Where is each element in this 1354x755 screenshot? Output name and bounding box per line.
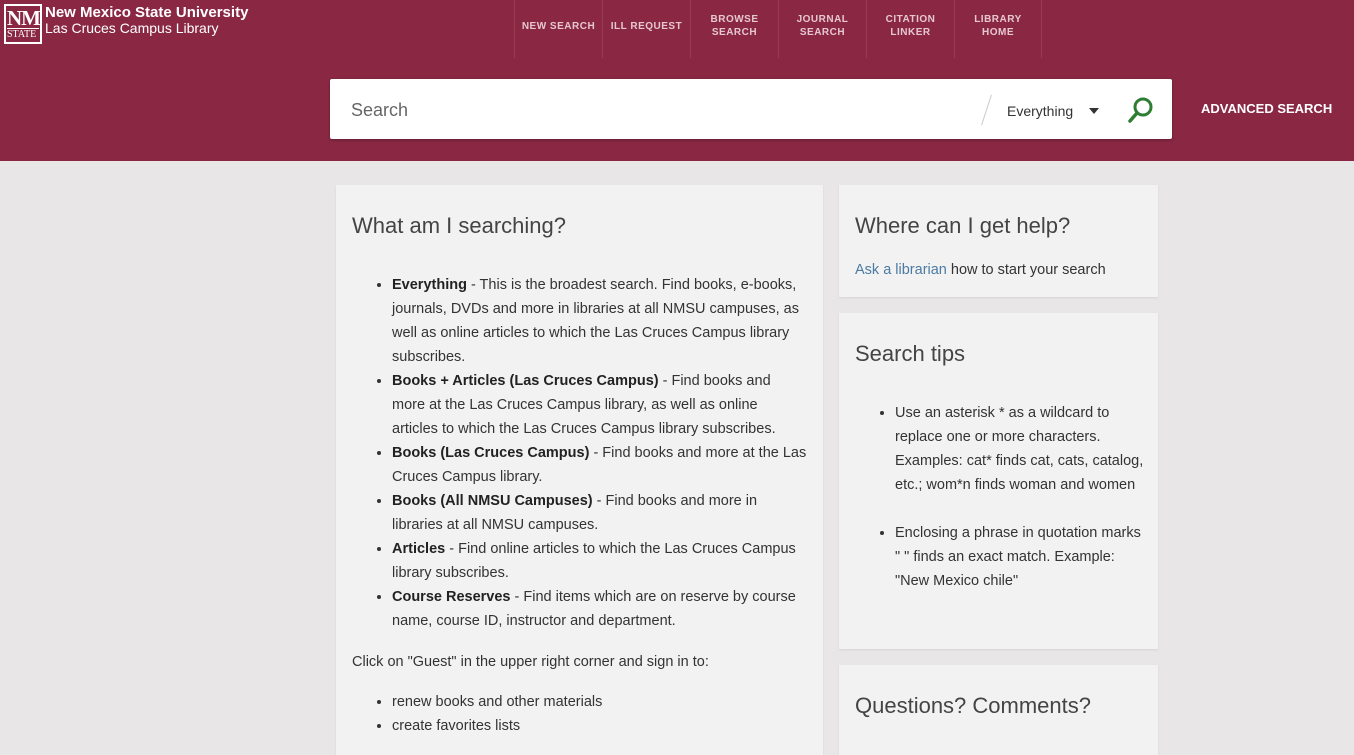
questions-card: Questions? Comments?	[839, 665, 1158, 755]
search-icon	[1128, 97, 1153, 123]
list-item: Books (All NMSU Campuses) - Find books a…	[392, 489, 807, 537]
nav-browse-search[interactable]: BROWSE SEARCH	[690, 0, 778, 58]
nav-library-home[interactable]: LIBRARY HOME	[954, 0, 1042, 58]
scope-list: Everything - This is the broadest search…	[352, 273, 807, 633]
nmsu-logo[interactable]: NM STATE New Mexico State University Las…	[4, 4, 248, 44]
nav-label: BROWSE SEARCH	[710, 14, 759, 38]
nav-journal-search[interactable]: JOURNAL SEARCH	[778, 0, 866, 58]
list-item: create favorites lists	[392, 714, 807, 738]
nav-citation-linker[interactable]: CITATION LINKER	[866, 0, 954, 58]
list-item: Books (Las Cruces Campus) - Find books a…	[392, 441, 807, 489]
guest-instructions: Click on "Guest" in the upper right corn…	[352, 654, 709, 670]
search-tips-card: Search tips Use an asterisk * as a wildc…	[839, 313, 1158, 649]
nav-ill-request[interactable]: ILL REQUEST	[602, 0, 690, 58]
card-title: Where can I get help?	[855, 213, 1071, 238]
advanced-search-link[interactable]: ADVANCED SEARCH	[1201, 101, 1332, 116]
list-item: Articles - Find online articles to which…	[392, 537, 807, 585]
nav-label: CITATION LINKER	[885, 14, 936, 38]
what-am-i-searching-card: What am I searching? Everything - This i…	[336, 185, 823, 755]
nav-label: LIBRARY HOME	[974, 14, 1022, 38]
list-item: Use an asterisk * as a wildcard to repla…	[895, 401, 1145, 497]
campus-name: Las Cruces Campus Library	[45, 20, 219, 36]
help-text: Ask a librarian how to start your search	[855, 262, 1106, 278]
card-title: What am I searching?	[352, 213, 566, 238]
help-card: Where can I get help? Ask a librarian ho…	[839, 185, 1158, 297]
logo-nm: NM	[7, 6, 41, 30]
nav-new-search[interactable]: NEW SEARCH	[514, 0, 602, 58]
tips-list: Use an asterisk * as a wildcard to repla…	[855, 401, 1145, 617]
guest-list: renew books and other materials create f…	[352, 690, 807, 738]
list-item: Books + Articles (Las Cruces Campus) - F…	[392, 369, 807, 441]
logo-text: New Mexico State University Las Cruces C…	[45, 4, 248, 36]
university-name: New Mexico State University	[45, 4, 249, 21]
list-item: Everything - This is the broadest search…	[392, 273, 807, 369]
list-item: renew books and other materials	[392, 690, 807, 714]
search-input[interactable]	[349, 91, 973, 129]
search-divider	[981, 94, 992, 126]
card-title: Questions? Comments?	[855, 693, 1091, 718]
chevron-down-icon	[1089, 108, 1100, 114]
ask-librarian-link[interactable]: Ask a librarian	[855, 262, 947, 278]
search-box: Everything	[330, 79, 1172, 139]
search-button[interactable]	[1126, 95, 1156, 125]
nav-label: JOURNAL SEARCH	[796, 14, 849, 38]
search-scope-value: Everything	[1007, 103, 1074, 119]
top-nav: NEW SEARCH ILL REQUEST BROWSE SEARCH JOUR…	[514, 0, 1042, 58]
search-scope-select[interactable]: Everything	[1007, 99, 1100, 123]
nav-label: NEW SEARCH	[521, 20, 596, 32]
nav-label: ILL REQUEST	[610, 20, 683, 32]
list-item: Course Reserves - Find items which are o…	[392, 585, 807, 633]
list-item: Enclosing a phrase in quotation marks " …	[895, 521, 1145, 593]
nm-state-logo-icon: NM STATE	[4, 4, 42, 44]
card-title: Search tips	[855, 341, 966, 366]
logo-state: STATE	[7, 28, 39, 41]
header-bar: NM STATE New Mexico State University Las…	[0, 0, 1354, 161]
